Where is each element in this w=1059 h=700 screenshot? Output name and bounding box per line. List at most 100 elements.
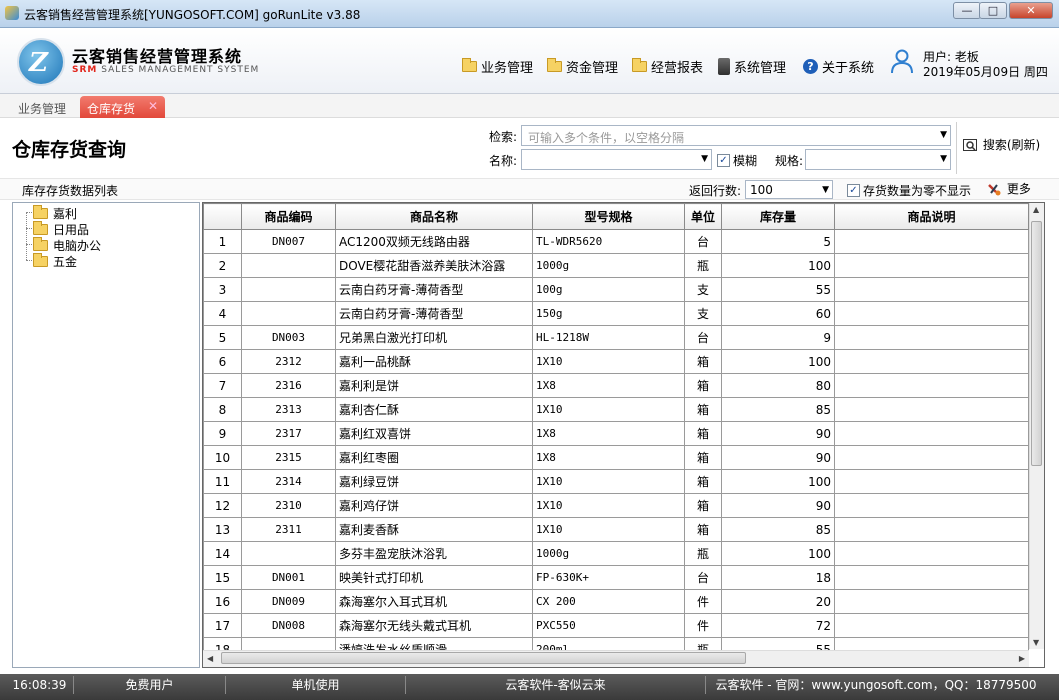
table-cell: 嘉利鸡仔饼 — [335, 493, 533, 518]
table-cell — [834, 541, 1029, 566]
table-row[interactable]: 6 2312 嘉利一品桃酥 1X10 箱 100 — [203, 349, 1029, 374]
table-cell: 4 — [203, 301, 242, 326]
table-cell: 100 — [721, 469, 835, 494]
chevron-down-icon[interactable]: ▼ — [940, 130, 947, 140]
tree-item[interactable]: 日用品 — [33, 221, 89, 238]
search-refresh-button[interactable]: 搜索(刷新) — [956, 122, 1044, 174]
tree-item[interactable]: 电脑办公 — [33, 237, 101, 254]
table-row[interactable]: 10 2315 嘉利红枣圈 1X8 箱 90 — [203, 445, 1029, 470]
header-code[interactable]: 商品编码 — [241, 203, 336, 230]
more-button[interactable]: 更多 — [987, 180, 1031, 197]
fuzzy-checkbox[interactable]: ✓ 模糊 — [717, 152, 757, 169]
scroll-left-icon[interactable]: ◀ — [207, 654, 213, 663]
table-cell — [834, 325, 1029, 350]
rows-label: 返回行数: — [689, 184, 742, 198]
table-row[interactable]: 15 DN001 映美针式打印机 FP-630K+ 台 18 — [203, 565, 1029, 590]
menu-system[interactable]: 系统管理 — [718, 56, 786, 76]
table-cell: 85 — [721, 517, 835, 542]
brand-title: 云客销售经营管理系统 — [72, 47, 243, 66]
table-cell: 森海塞尔无线头戴式耳机 — [335, 613, 533, 638]
table-cell: 55 — [721, 277, 835, 302]
table-cell: 9 — [721, 325, 835, 350]
scroll-down-icon[interactable]: ▼ — [1033, 638, 1039, 647]
checkbox-checked-icon[interactable]: ✓ — [717, 154, 730, 167]
name-label: 名称: — [489, 154, 518, 168]
header-spec[interactable]: 型号规格 — [532, 203, 685, 230]
table-cell: 20 — [721, 589, 835, 614]
table-row[interactable]: 7 2316 嘉利利是饼 1X8 箱 80 — [203, 373, 1029, 398]
rows-select[interactable]: 100 ▼ — [745, 180, 833, 199]
table-row[interactable]: 16 DN009 森海塞尔入耳式耳机 CX 200 件 20 — [203, 589, 1029, 614]
help-icon: ? — [803, 58, 818, 74]
chevron-down-icon[interactable]: ▼ — [701, 154, 708, 164]
horizontal-scroll-thumb[interactable] — [221, 652, 746, 664]
search-input[interactable]: 可输入多个条件，以空格分隔 ▼ — [521, 125, 951, 146]
status-mode: 单机使用 — [226, 676, 406, 694]
table-cell: 台 — [684, 229, 722, 254]
nonzero-checkbox[interactable]: ✓ 存货数量为零不显示 — [847, 182, 971, 199]
table-cell — [834, 301, 1029, 326]
date-label: 2019年05月09日 周四 — [923, 65, 1048, 79]
vertical-scroll-thumb[interactable] — [1031, 221, 1042, 466]
table-cell: 瓶 — [684, 253, 722, 278]
menu-reports[interactable]: 经营报表 — [632, 56, 703, 76]
tab-business[interactable]: 业务管理 — [18, 100, 66, 117]
folder-icon — [33, 205, 48, 219]
table-row[interactable]: 11 2314 嘉利绿豆饼 1X10 箱 100 — [203, 469, 1029, 494]
tree-item[interactable]: 五金 — [33, 253, 77, 270]
table-cell: 云南白药牙膏-薄荷香型 — [335, 277, 533, 302]
chevron-down-icon[interactable]: ▼ — [940, 154, 947, 164]
header-unit[interactable]: 单位 — [684, 203, 722, 230]
table-cell — [834, 373, 1029, 398]
table-cell: 箱 — [684, 493, 722, 518]
close-window-button[interactable]: ✕ — [1009, 2, 1053, 19]
table-cell: 嘉利利是饼 — [335, 373, 533, 398]
menu-finance[interactable]: 资金管理 — [547, 56, 618, 76]
table-cell: 台 — [684, 325, 722, 350]
maximize-button[interactable]: □ — [979, 2, 1007, 19]
header-name[interactable]: 商品名称 — [335, 203, 533, 230]
table-cell: 2312 — [241, 349, 336, 374]
table-row[interactable]: 4 云南白药牙膏-薄荷香型 150g 支 60 — [203, 301, 1029, 326]
scroll-up-icon[interactable]: ▲ — [1033, 205, 1039, 214]
table-cell: FP-630K+ — [532, 565, 685, 590]
table-row[interactable]: 14 多芬丰盈宠肤沐浴乳 1000g 瓶 100 — [203, 541, 1029, 566]
tab-inventory[interactable]: 仓库存货 ✕ — [80, 96, 165, 118]
table-cell: 箱 — [684, 421, 722, 446]
table-row[interactable]: 8 2313 嘉利杏仁酥 1X10 箱 85 — [203, 397, 1029, 422]
table-cell: 箱 — [684, 445, 722, 470]
table-row[interactable]: 12 2310 嘉利鸡仔饼 1X10 箱 90 — [203, 493, 1029, 518]
search-label: 检索: — [489, 130, 518, 144]
logo: Z — [17, 38, 65, 86]
spec-select[interactable]: ▼ — [805, 149, 951, 170]
tree-item[interactable]: 嘉利 — [33, 205, 77, 222]
table-cell — [834, 397, 1029, 422]
brand-subtitle: SRM SALES MANAGEMENT SYSTEM — [72, 65, 260, 75]
table-cell: 1000g — [532, 541, 685, 566]
menu-about[interactable]: ? 关于系统 — [803, 56, 874, 76]
table-row[interactable]: 5 DN003 兄弟黑白激光打印机 HL-1218W 台 9 — [203, 325, 1029, 350]
table-row[interactable]: 13 2311 嘉利麦香酥 1X10 箱 85 — [203, 517, 1029, 542]
header-desc[interactable]: 商品说明 — [834, 203, 1029, 230]
table-cell — [241, 541, 336, 566]
table-cell: 1X10 — [532, 469, 685, 494]
name-select[interactable]: ▼ — [521, 149, 712, 170]
table-row[interactable]: 3 云南白药牙膏-薄荷香型 100g 支 55 — [203, 277, 1029, 302]
table-cell — [834, 589, 1029, 614]
close-tab-icon[interactable]: ✕ — [148, 99, 158, 113]
chevron-down-icon[interactable]: ▼ — [822, 185, 829, 195]
table-cell: 嘉利绿豆饼 — [335, 469, 533, 494]
table-row[interactable]: 1 DN007 AC1200双频无线路由器 TL-WDR5620 台 5 — [203, 229, 1029, 254]
table-row[interactable]: 17 DN008 森海塞尔无线头戴式耳机 PXC550 件 72 — [203, 613, 1029, 638]
table-cell: CX 200 — [532, 589, 685, 614]
scroll-right-icon[interactable]: ▶ — [1019, 654, 1025, 663]
table-row[interactable]: 9 2317 嘉利红双喜饼 1X8 箱 90 — [203, 421, 1029, 446]
table-cell: 件 — [684, 613, 722, 638]
header-stock[interactable]: 库存量 — [721, 203, 835, 230]
table-row[interactable]: 2 DOVE樱花甜香滋养美肤沐浴露 1000g 瓶 100 — [203, 253, 1029, 278]
menu-business[interactable]: 业务管理 — [462, 56, 533, 76]
minimize-button[interactable]: — — [953, 2, 981, 19]
table-cell: 嘉利红双喜饼 — [335, 421, 533, 446]
checkbox-checked-icon[interactable]: ✓ — [847, 184, 860, 197]
window-titlebar[interactable]: 云客销售经营管理系统[YUNGOSOFT.COM] goRunLite v3.8… — [0, 0, 1059, 28]
